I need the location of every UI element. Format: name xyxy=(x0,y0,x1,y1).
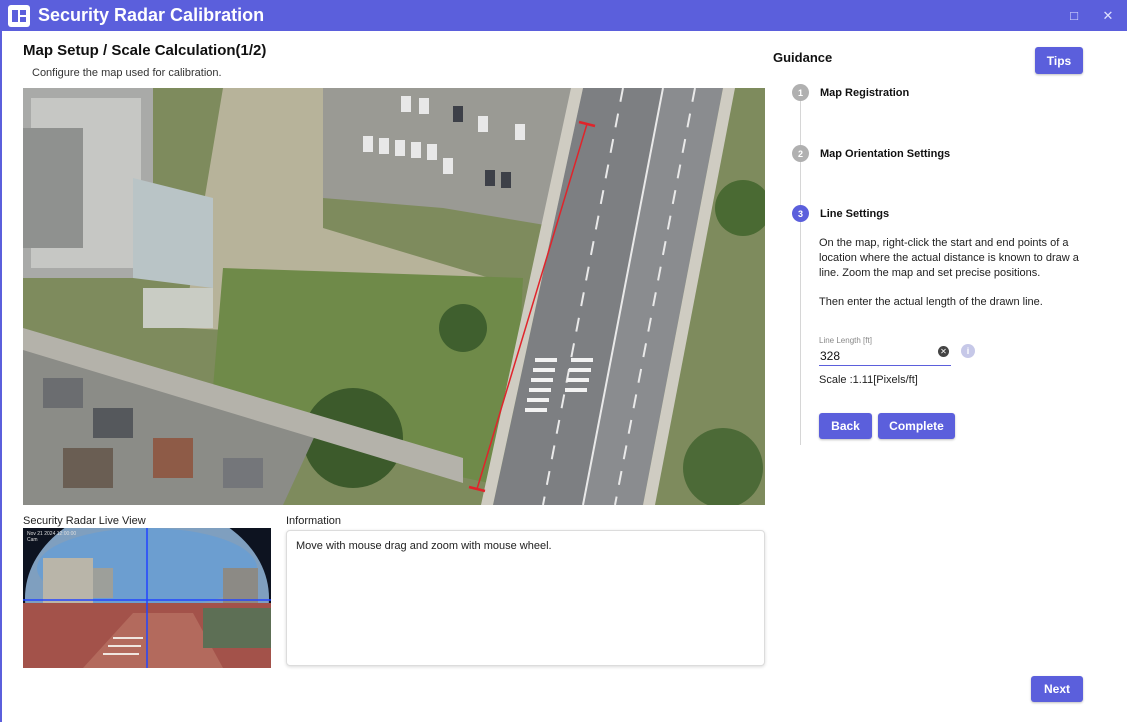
step-1-number: 1 xyxy=(792,84,809,101)
next-button[interactable]: Next xyxy=(1031,676,1083,702)
step-3-description-2: Then enter the actual length of the draw… xyxy=(819,296,1043,308)
live-view-overlay: Nov 21 2024 12:00:00 Cam xyxy=(27,531,77,543)
step-2-number: 2 xyxy=(792,145,809,162)
step-3-number: 3 xyxy=(792,205,809,222)
line-length-label: Line Length [ft] xyxy=(819,336,872,345)
live-view-label: Security Radar Live View xyxy=(23,515,146,527)
title-bar: Security Radar Calibration □ ✕ xyxy=(0,0,1127,31)
app-logo-icon xyxy=(8,4,30,27)
information-panel: Move with mouse drag and zoom with mouse… xyxy=(286,530,765,666)
maximize-icon[interactable]: □ xyxy=(1057,0,1091,31)
step-2-label: Map Orientation Settings xyxy=(820,148,951,160)
back-button[interactable]: Back xyxy=(819,413,872,439)
close-icon[interactable]: ✕ xyxy=(1091,0,1125,31)
clear-input-icon[interactable]: ✕ xyxy=(938,346,949,357)
satellite-map[interactable] xyxy=(23,88,765,505)
window-border xyxy=(0,31,2,722)
complete-button[interactable]: Complete xyxy=(878,413,955,439)
information-text: Move with mouse drag and zoom with mouse… xyxy=(296,540,552,552)
line-length-input[interactable] xyxy=(819,346,951,366)
page-subtitle: Configure the map used for calibration. xyxy=(32,67,222,79)
map-canvas[interactable] xyxy=(23,88,765,505)
guidance-title: Guidance xyxy=(773,50,833,65)
page-title: Map Setup / Scale Calculation(1/2) xyxy=(23,42,267,59)
live-view-image: Nov 21 2024 12:00:00 Cam xyxy=(23,528,271,668)
step-1-label: Map Registration xyxy=(820,87,910,99)
tips-button[interactable]: Tips xyxy=(1035,47,1083,74)
step-3-label: Line Settings xyxy=(820,208,890,220)
scale-readout: Scale :1.11[Pixels/ft] xyxy=(819,374,918,386)
step-3-description: On the map, right-click the start and en… xyxy=(819,237,1079,279)
window-title: Security Radar Calibration xyxy=(38,5,265,25)
information-label: Information xyxy=(286,515,342,527)
info-icon[interactable]: i xyxy=(961,344,975,358)
